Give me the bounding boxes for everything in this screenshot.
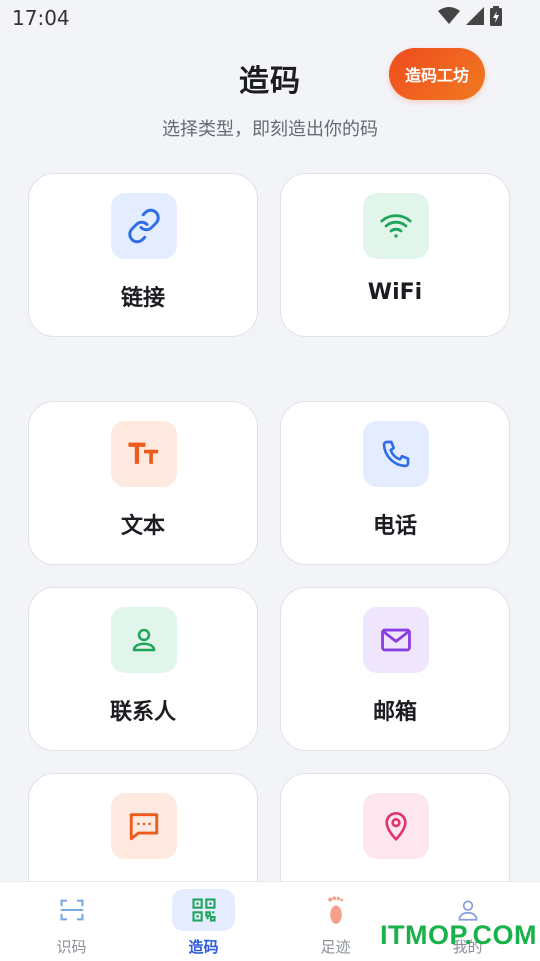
qr-code-icon: [172, 889, 235, 931]
card-mail[interactable]: 邮箱: [280, 587, 510, 751]
status-icons: [438, 6, 502, 26]
status-bar: 17:04: [0, 0, 540, 34]
contact-icon: [111, 607, 177, 673]
battery-icon: [490, 6, 502, 26]
cellular-signal-icon: [466, 7, 484, 25]
message-icon: [111, 793, 177, 859]
scan-icon: [40, 889, 103, 931]
nav-item-create[interactable]: 造码: [136, 882, 271, 961]
location-icon: [363, 793, 429, 859]
card-text[interactable]: 文本: [28, 401, 258, 565]
page-subtitle: 选择类型，即刻造出你的码: [162, 119, 378, 140]
card-label: 联系人: [109, 700, 176, 725]
status-time: 17:04: [12, 6, 70, 30]
nav-label: 识码: [56, 938, 87, 956]
card-contact[interactable]: 联系人: [28, 587, 258, 751]
phone-icon: [363, 421, 429, 487]
card-label: 邮箱: [372, 700, 417, 725]
footprint-icon: [304, 889, 367, 931]
wifi-icon: [363, 193, 429, 259]
card-phone[interactable]: 电话: [280, 401, 510, 565]
text-icon: [111, 421, 177, 487]
mail-icon: [363, 607, 429, 673]
card-link[interactable]: 链接: [28, 173, 258, 337]
nav-item-scan[interactable]: 识码: [4, 882, 139, 961]
card-label: 链接: [120, 286, 165, 311]
card-label: WiFi: [367, 280, 423, 305]
card-label: 电话: [372, 514, 417, 539]
card-wifi[interactable]: WiFi: [280, 173, 510, 337]
wifi-signal-icon: [438, 7, 460, 24]
link-icon: [111, 193, 177, 259]
code-workshop-button[interactable]: 造码工坊: [389, 48, 485, 100]
nav-label: 造码: [188, 938, 219, 956]
watermark: ITMOP.COM: [380, 920, 538, 950]
card-label: 文本: [120, 514, 165, 539]
